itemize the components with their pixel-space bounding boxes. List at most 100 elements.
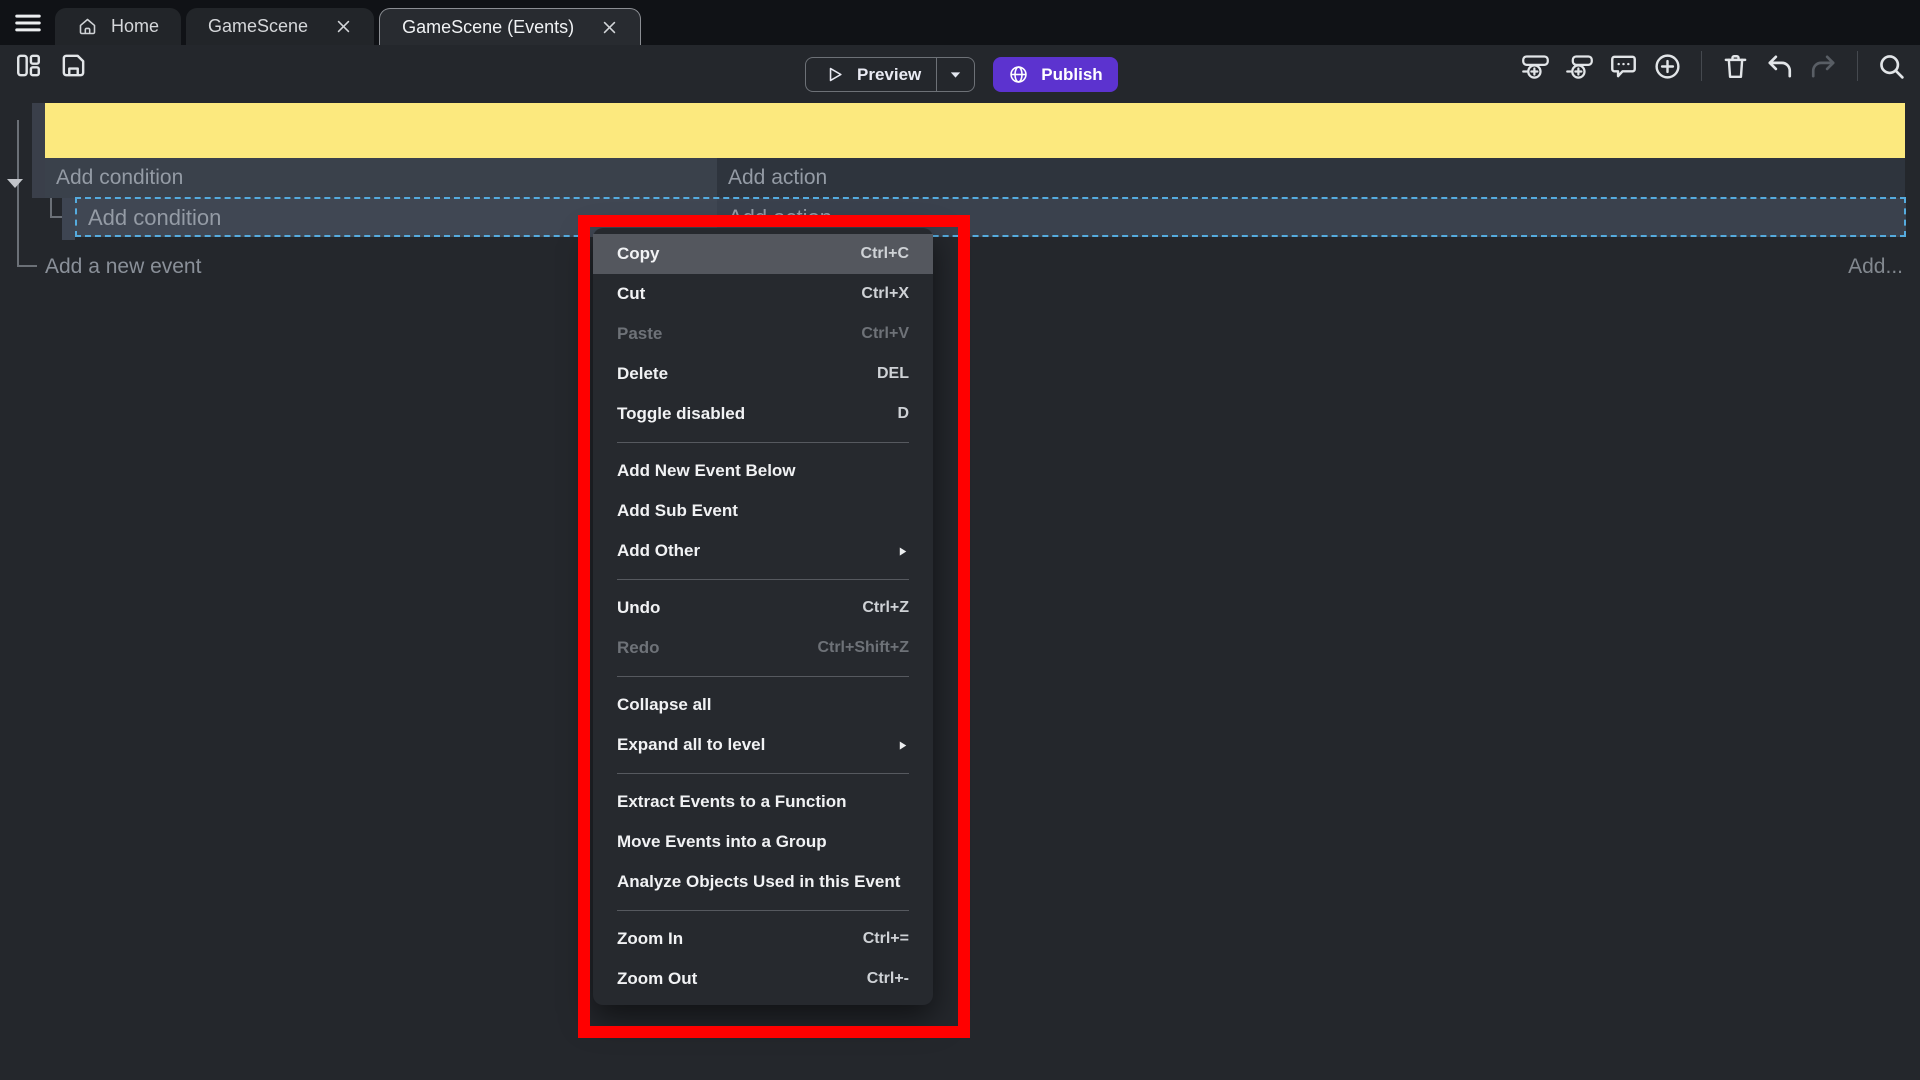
preview-main[interactable]: Preview — [806, 58, 936, 91]
add-circle-icon[interactable] — [1653, 52, 1682, 81]
menu-item-label: Expand all to level — [617, 735, 765, 755]
event1-conditions-cell[interactable]: Add condition — [45, 158, 717, 198]
event1-actions-cell[interactable]: Add action — [717, 158, 1905, 198]
menu-divider — [617, 773, 909, 774]
menu-item-label: Add New Event Below — [617, 461, 796, 481]
add-condition-placeholder[interactable]: Add condition — [45, 158, 717, 198]
menu-item-shortcut: DEL — [877, 365, 909, 383]
menu-item-shortcut: Ctrl+- — [867, 970, 909, 988]
menu-item-label: Collapse all — [617, 695, 711, 715]
tree-connector — [17, 120, 19, 267]
menu-item-expand-all-to-level[interactable]: Expand all to level — [593, 725, 933, 765]
menu-item-label: Zoom Out — [617, 969, 697, 989]
globe-icon — [1008, 64, 1029, 85]
menu-item-label: Cut — [617, 284, 645, 304]
menu-item-redo: RedoCtrl+Shift+Z — [593, 628, 933, 668]
menu-item-label: Delete — [617, 364, 668, 384]
menu-item-add-other[interactable]: Add Other — [593, 531, 933, 571]
tree-connector — [50, 216, 62, 218]
tab-bar: Home GameScene GameScene (Events) — [0, 0, 1920, 45]
selected-event-outline — [75, 197, 1906, 237]
tab-gamescene[interactable]: GameScene — [186, 8, 374, 45]
submenu-arrow-icon — [896, 545, 909, 558]
menu-divider — [617, 676, 909, 677]
add-subevent-icon[interactable] — [1565, 52, 1594, 81]
submenu-arrow-icon — [896, 739, 909, 752]
preview-dropdown-button[interactable] — [936, 58, 974, 91]
subevent-drag-handle[interactable] — [62, 198, 75, 240]
menu-item-extract-events-to-a-function[interactable]: Extract Events to a Function — [593, 782, 933, 822]
menu-item-label: Analyze Objects Used in this Event — [617, 872, 900, 892]
collapse-arrow-icon[interactable] — [7, 179, 23, 188]
publish-label: Publish — [1041, 65, 1102, 85]
preview-label: Preview — [857, 65, 921, 85]
tab-label: GameScene — [208, 16, 308, 37]
hamburger-icon[interactable] — [12, 8, 44, 38]
add-event-icon[interactable] — [1521, 52, 1550, 81]
tab-strip: Home GameScene GameScene (Events) — [55, 8, 641, 45]
menu-item-label: Move Events into a Group — [617, 832, 827, 852]
tab-close-icon[interactable] — [335, 18, 352, 35]
tree-connector — [17, 265, 37, 267]
menu-item-label: Extract Events to a Function — [617, 792, 847, 812]
menu-item-shortcut: Ctrl+C — [861, 245, 909, 263]
menu-item-zoom-in[interactable]: Zoom In Ctrl+= — [593, 919, 933, 959]
menu-item-delete[interactable]: Delete DEL — [593, 354, 933, 394]
tab-close-icon[interactable] — [601, 19, 618, 36]
context-menu: Copy Ctrl+C Cut Ctrl+X Paste Ctrl+V Delete DEL T… — [593, 228, 933, 1005]
tab-label: GameScene (Events) — [402, 17, 574, 38]
search-icon[interactable] — [1877, 52, 1906, 81]
menu-item-toggle-disabled[interactable]: Toggle disabled D — [593, 394, 933, 434]
add-more-button[interactable]: Add... — [1848, 250, 1903, 284]
menu-item-move-events-into-a-group[interactable]: Move Events into a Group — [593, 822, 933, 862]
toolbar-right — [1521, 51, 1906, 81]
menu-divider — [617, 579, 909, 580]
menu-item-collapse-all[interactable]: Collapse all — [593, 685, 933, 725]
caret-down-icon — [948, 67, 963, 82]
menu-item-shortcut: Ctrl+Z — [862, 599, 909, 617]
layout-icon[interactable] — [14, 51, 43, 80]
add-new-event-button[interactable]: Add a new event — [45, 250, 201, 284]
menu-item-label: Copy — [617, 244, 660, 264]
tab-home[interactable]: Home — [55, 8, 181, 45]
menu-item-shortcut: Ctrl+Shift+Z — [817, 639, 909, 657]
home-icon — [77, 16, 98, 37]
trash-icon[interactable] — [1721, 52, 1750, 81]
undo-icon[interactable] — [1765, 52, 1794, 81]
publish-button[interactable]: Publish — [993, 57, 1118, 92]
menu-item-label: Paste — [617, 324, 662, 344]
toolbar-separator — [1701, 51, 1702, 81]
menu-item-copy[interactable]: Copy Ctrl+C — [593, 234, 933, 274]
redo-icon — [1809, 52, 1838, 81]
preview-button[interactable]: Preview — [805, 57, 975, 92]
menu-item-shortcut: Ctrl+V — [861, 325, 909, 343]
menu-divider — [617, 910, 909, 911]
menu-item-paste: Paste Ctrl+V — [593, 314, 933, 354]
menu-item-add-new-event-below[interactable]: Add New Event Below — [593, 451, 933, 491]
menu-item-shortcut: Ctrl+X — [861, 285, 909, 303]
menu-item-cut[interactable]: Cut Ctrl+X — [593, 274, 933, 314]
menu-item-label: Add Sub Event — [617, 501, 738, 521]
tab-label: Home — [111, 16, 159, 37]
menu-item-label: Add Other — [617, 541, 700, 561]
menu-item-analyze-objects-used-in-this-event[interactable]: Analyze Objects Used in this Event — [593, 862, 933, 902]
menu-item-undo[interactable]: Undo Ctrl+Z — [593, 588, 933, 628]
tab-gamescene-events[interactable]: GameScene (Events) — [379, 8, 641, 45]
menu-item-add-sub-event[interactable]: Add Sub Event — [593, 491, 933, 531]
event-drag-handle[interactable] — [32, 103, 45, 198]
menu-item-zoom-out[interactable]: Zoom Out Ctrl+- — [593, 959, 933, 999]
tree-connector — [50, 198, 52, 218]
comment-block[interactable] — [45, 103, 1905, 158]
add-comment-icon[interactable] — [1609, 52, 1638, 81]
menu-item-shortcut: D — [897, 405, 909, 423]
menu-item-label: Toggle disabled — [617, 404, 745, 424]
menu-item-shortcut: Ctrl+= — [863, 930, 909, 948]
menu-divider — [617, 442, 909, 443]
toolbar-left — [14, 51, 88, 80]
play-icon — [825, 65, 844, 84]
menu-item-label: Zoom In — [617, 929, 683, 949]
add-action-placeholder[interactable]: Add action — [717, 158, 1905, 198]
menu-item-label: Undo — [617, 598, 660, 618]
save-icon[interactable] — [59, 51, 88, 80]
toolbar-separator — [1857, 51, 1858, 81]
